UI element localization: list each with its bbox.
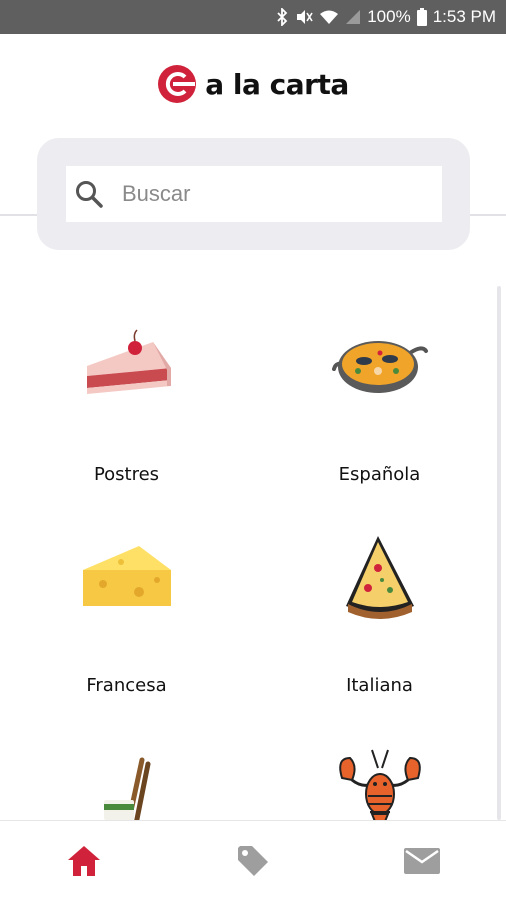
category-label: Española (338, 464, 421, 485)
app-header: a la carta (0, 34, 506, 134)
nav-messages-button[interactable] (392, 831, 452, 891)
lobster-icon (325, 738, 435, 820)
mail-icon (403, 848, 440, 874)
signal-icon (345, 9, 361, 25)
category-italiana[interactable]: Italiana (253, 497, 506, 708)
sushi-chopsticks-icon (72, 738, 182, 820)
nav-offers-button[interactable] (223, 831, 283, 891)
clock: 1:53 PM (432, 7, 496, 26)
app-logo: a la carta (157, 64, 349, 104)
category-francesa[interactable]: Francesa (0, 497, 253, 708)
category-mariscos[interactable] (253, 708, 506, 820)
category-label: Italiana (346, 675, 413, 696)
category-sushi[interactable] (0, 708, 253, 820)
search-input[interactable] (120, 180, 424, 208)
cake-slice-icon (72, 316, 182, 416)
bluetooth-icon (275, 8, 289, 26)
search-icon[interactable] (72, 177, 106, 211)
mute-icon (295, 8, 313, 26)
search-bar[interactable] (66, 166, 442, 222)
nav-home-button[interactable] (54, 831, 114, 891)
status-bar: 100% 1:53 PM (0, 0, 506, 34)
category-label: Postres (93, 464, 160, 485)
battery-level: 100% (367, 7, 411, 26)
category-postres[interactable]: Postres (0, 286, 253, 497)
brand-name: a la carta (205, 67, 349, 101)
scrollbar[interactable] (497, 286, 501, 820)
home-icon (68, 846, 101, 876)
category-label: Francesa (86, 675, 167, 696)
cheese-icon (72, 527, 182, 627)
category-espanola[interactable]: Española (253, 286, 506, 497)
wifi-icon (319, 9, 339, 25)
battery-icon (416, 8, 427, 26)
pizza-slice-icon (325, 527, 435, 627)
logo-mark-icon (158, 65, 197, 103)
bottom-nav (0, 820, 506, 901)
category-grid: Postres Española Francesa Italiana (0, 286, 506, 820)
paella-icon (325, 316, 435, 416)
tag-icon (237, 846, 268, 876)
